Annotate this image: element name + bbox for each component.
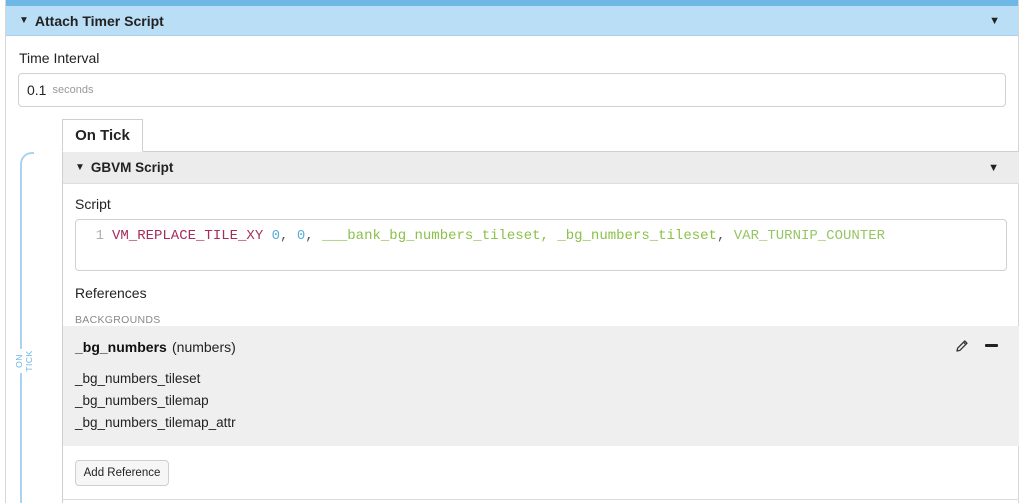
gbvm-script-title: GBVM Script	[90, 160, 174, 175]
event-title: Attach Timer Script	[34, 12, 164, 29]
panel-left-border	[5, 0, 6, 503]
on-tick-bracket	[20, 152, 34, 503]
code-token-symbol: ___bank_bg_numbers_tileset, _bg_numbers_…	[322, 228, 717, 244]
on-tick-side-label: ON TICK	[14, 349, 34, 373]
code-token-plain: ,	[305, 228, 323, 244]
bottom-divider	[63, 499, 1019, 500]
code-token-number: 0	[271, 228, 281, 244]
gbvm-menu-caret-icon[interactable]: ▼	[988, 162, 999, 174]
time-interval-input[interactable]: 0.1 seconds	[18, 73, 1006, 107]
reference-symbol: _bg_numbers_tileset	[75, 371, 201, 386]
event-menu-caret-icon[interactable]: ▼	[989, 15, 1000, 27]
script-code-editor[interactable]: 1 VM_REPLACE_TILE_XY 0, 0, ___bank_bg_num…	[75, 219, 1007, 271]
time-interval-unit: seconds	[52, 84, 94, 96]
reference-type: (numbers)	[172, 339, 236, 355]
script-label: Script	[75, 196, 111, 212]
collapse-triangle-icon[interactable]: ▼	[75, 162, 85, 173]
code-token-number: 0	[296, 228, 306, 244]
tab-on-tick[interactable]: On Tick	[62, 119, 143, 152]
event-header[interactable]: ▼ Attach Timer Script ▼	[6, 6, 1018, 36]
reference-card: _bg_numbers (numbers) _bg_numbers_tilese…	[63, 326, 1019, 446]
code-token-keyword: VM_REPLACE_TILE_XY	[112, 228, 264, 244]
backgrounds-section-label: BACKGROUNDS	[75, 314, 161, 326]
pencil-icon[interactable]	[953, 337, 971, 355]
references-label: References	[75, 285, 147, 301]
add-reference-button[interactable]: Add Reference	[75, 460, 169, 486]
reference-symbol: _bg_numbers_tilemap	[75, 393, 209, 408]
reference-name: _bg_numbers	[75, 339, 167, 355]
time-interval-value[interactable]: 0.1	[27, 82, 46, 98]
code-token-plain: ,	[280, 228, 297, 244]
code-token-variable: VAR_TURNIP_COUNTER	[733, 228, 885, 244]
line-number: 1	[95, 228, 104, 244]
code-line: VM_REPLACE_TILE_XY 0, 0, ___bank_bg_numb…	[112, 228, 885, 244]
reference-symbol: _bg_numbers_tilemap_attr	[75, 415, 236, 430]
code-token-plain: ,	[716, 228, 734, 244]
collapse-triangle-icon[interactable]: ▼	[19, 15, 29, 26]
gbvm-script-header[interactable]: ▼ GBVM Script ▼	[63, 152, 1019, 184]
minus-icon[interactable]	[985, 344, 998, 347]
time-interval-label: Time Interval	[19, 50, 100, 66]
